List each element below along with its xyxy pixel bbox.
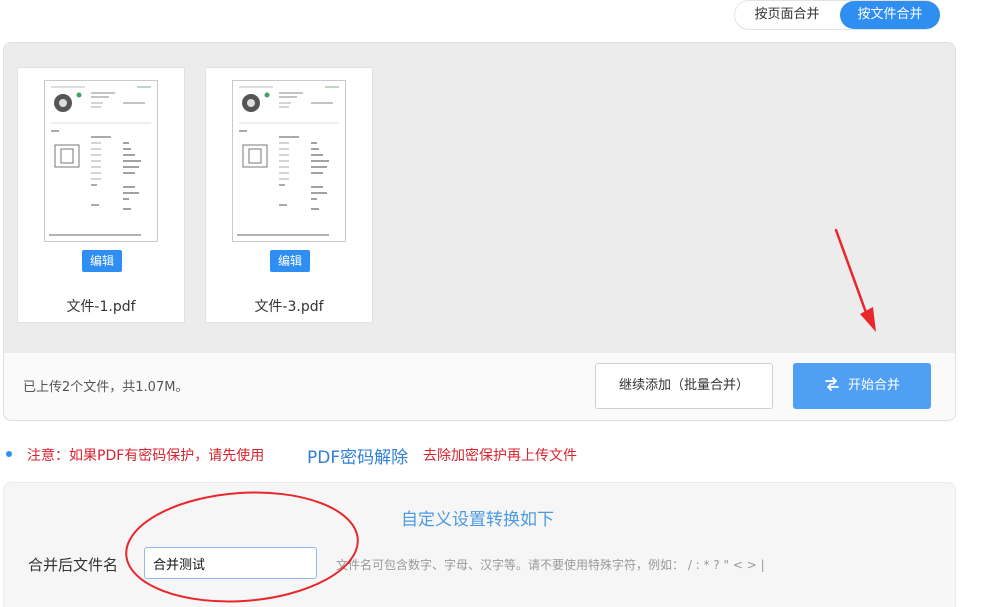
settings-title: 自定义设置转换如下 [401, 510, 554, 530]
file-card: 编辑 文件-1.pdf [17, 67, 185, 323]
pdf-thumbnail [44, 80, 158, 242]
bullet-icon [6, 451, 12, 457]
notice-suffix: 去除加密保护再上传文件 [423, 448, 577, 464]
filename-label: 合并后文件名 [28, 556, 119, 574]
filename-hint: 文件名可包含数字、字母、汉字等。请不要使用特殊字符，例如： / : * ? " … [336, 558, 765, 572]
start-merge-label: 开始合并 [847, 378, 900, 393]
pdf-password-remove-link[interactable]: PDF密码解除 [307, 443, 408, 468]
settings-panel: 自定义设置转换如下 合并后文件名 文件名可包含数字、字母、汉字等。请不要使用特殊… [3, 482, 956, 607]
edit-button[interactable]: 编辑 [82, 250, 122, 272]
swap-icon [825, 377, 839, 391]
file-card: 编辑 文件-3.pdf [205, 67, 373, 323]
edit-button[interactable]: 编辑 [270, 250, 310, 272]
merge-mode-toggle: 按页面合并 按文件合并 [734, 0, 940, 30]
password-notice: 注意：如果PDF有密码保护，请先使用 PDF密码解除 去除加密保护再上传文件 [0, 443, 991, 468]
file-name: 文件-1.pdf [66, 299, 136, 315]
filename-input[interactable] [144, 547, 317, 579]
continue-add-button[interactable]: 继续添加（批量合并） [595, 363, 773, 409]
pdf-thumbnail [232, 80, 346, 242]
start-merge-button[interactable]: 开始合并 [793, 363, 931, 409]
merge-by-file-button[interactable]: 按文件合并 [840, 1, 940, 29]
upload-status: 已上传2个文件，共1.07M。 [23, 380, 189, 395]
upload-panel: 编辑 文件-1.pdf 编辑 文件-3.pdf 已上传2个文件，共1.07M。 … [3, 42, 956, 421]
notice-prefix: 注意：如果PDF有密码保护，请先使用 [27, 448, 265, 464]
file-name: 文件-3.pdf [254, 299, 324, 315]
merge-by-page-button[interactable]: 按页面合并 [735, 1, 839, 29]
file-thumbnails-area: 编辑 文件-1.pdf 编辑 文件-3.pdf [4, 43, 955, 353]
